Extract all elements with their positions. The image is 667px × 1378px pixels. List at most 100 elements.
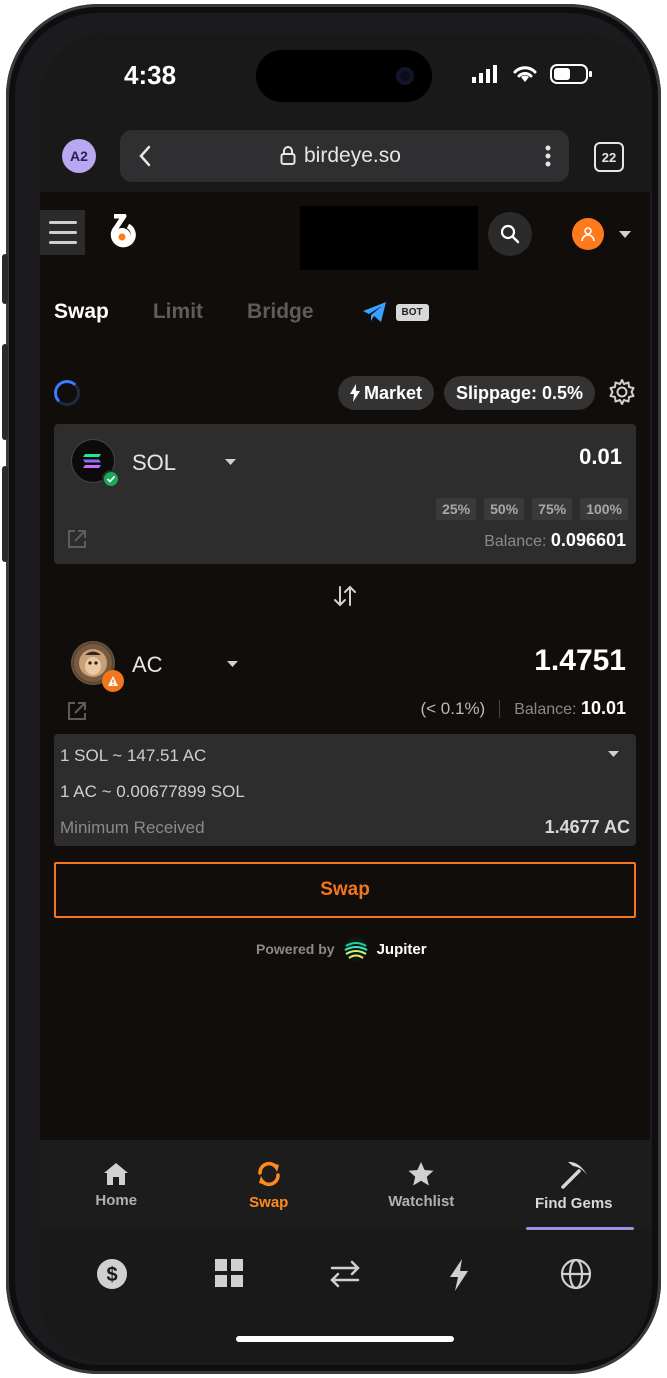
chevron-down-icon[interactable]: [224, 458, 237, 466]
app-header: [40, 192, 650, 278]
chevron-down-icon[interactable]: [226, 660, 239, 668]
nav-watchlist-label: Watchlist: [388, 1192, 455, 1210]
user-avatar-button[interactable]: [572, 218, 604, 250]
more-icon[interactable]: [545, 144, 551, 168]
percent-50-button[interactable]: 50%: [484, 498, 525, 520]
screen: 4:38 A2 birdeye.so 22 Swap Limit Bridge …: [40, 34, 650, 1362]
external-link-icon[interactable]: [66, 528, 88, 550]
price-impact: (< 0.1%): [420, 698, 486, 718]
chevron-down-icon[interactable]: [607, 750, 620, 758]
grid-icon[interactable]: [214, 1258, 244, 1288]
birdeye-logo-icon[interactable]: [108, 214, 136, 250]
jupiter-logo-icon: [343, 937, 368, 961]
transfer-icon[interactable]: [328, 1258, 362, 1290]
volume-up-button: [2, 344, 8, 440]
minimum-received-label: Minimum Received: [60, 818, 205, 837]
tab-telegram-bot[interactable]: BOT: [362, 301, 429, 323]
market-pill[interactable]: Market: [338, 376, 435, 410]
nav-home-label: Home: [95, 1191, 138, 1209]
rate-details-panel[interactable]: 1 SOL ~ 147.51 AC 1 AC ~ 0.00677899 SOL …: [54, 734, 636, 846]
switch-direction-icon[interactable]: [332, 584, 358, 608]
to-amount: 1.4751: [534, 644, 626, 677]
search-button[interactable]: [488, 212, 532, 256]
from-balance: Balance: 0.096601: [484, 530, 626, 551]
dynamic-island: [256, 50, 432, 102]
nav-home[interactable]: Home: [40, 1140, 193, 1230]
bot-badge: BOT: [395, 303, 429, 321]
slippage-pill[interactable]: Slippage: 0.5%: [444, 376, 596, 410]
globe-icon[interactable]: [560, 1258, 592, 1290]
tabs-button[interactable]: 22: [594, 142, 624, 172]
chevron-down-icon[interactable]: [618, 230, 632, 239]
volume-down-button: [2, 466, 8, 562]
action-button: [2, 254, 8, 304]
status-bar: 4:38: [40, 34, 650, 122]
nav-watchlist[interactable]: Watchlist: [345, 1140, 498, 1230]
back-icon[interactable]: [138, 144, 152, 168]
lightning-icon: [350, 384, 360, 402]
from-token-panel: SOL 0.01 25% 50% 75% 100% Balance: 0.096…: [54, 424, 636, 564]
lock-icon: [280, 146, 296, 165]
mode-tabs: Swap Limit Bridge BOT: [54, 300, 429, 324]
star-icon: [408, 1161, 434, 1185]
percent-75-button[interactable]: 75%: [532, 498, 573, 520]
to-balance-value: 10.01: [580, 698, 626, 718]
rate-ac-to-sol: 1 AC ~ 0.00677899 SOL: [60, 782, 245, 801]
rate-sol-to-ac: 1 SOL ~ 147.51 AC: [60, 746, 207, 765]
market-label: Market: [364, 382, 423, 403]
divider: [499, 699, 501, 718]
minimum-received-value: 1.4677 AC: [544, 817, 630, 837]
battery-icon: [550, 64, 592, 84]
browser-bottom-nav: $: [40, 1230, 650, 1362]
from-balance-label: Balance:: [484, 533, 547, 550]
swap-icon: [258, 1161, 280, 1186]
svg-text:$: $: [106, 1264, 117, 1286]
to-balance: Balance: 10.01: [514, 698, 626, 719]
browser-bar: A2 birdeye.so 22: [40, 122, 650, 192]
status-icons: [472, 64, 594, 84]
phone-frame: 4:38 A2 birdeye.so 22 Swap Limit Bridge …: [2, 4, 661, 1374]
tab-bridge[interactable]: Bridge: [247, 300, 314, 324]
tab-limit[interactable]: Limit: [153, 300, 203, 324]
redacted-area: [300, 206, 478, 270]
warning-icon: [102, 670, 124, 692]
settings-gear-icon[interactable]: [608, 378, 636, 406]
from-balance-value: 0.096601: [550, 530, 626, 550]
external-link-icon[interactable]: [66, 700, 88, 722]
slippage-label: Slippage: 0.5%: [456, 382, 584, 403]
swap-button[interactable]: Swap: [54, 862, 636, 918]
url-text: birdeye.so: [304, 144, 401, 167]
nav-swap[interactable]: Swap: [193, 1140, 346, 1230]
nav-find-gems[interactable]: Find Gems: [498, 1140, 651, 1230]
to-token-symbol[interactable]: AC: [132, 652, 163, 678]
dollar-icon[interactable]: $: [96, 1258, 128, 1290]
powered-by-label: Powered by: [256, 941, 335, 957]
nav-find-gems-label: Find Gems: [534, 1194, 613, 1212]
refresh-spinner[interactable]: [54, 380, 80, 406]
telegram-icon: [362, 302, 386, 322]
to-balance-label: Balance:: [514, 701, 577, 718]
home-indicator[interactable]: [236, 1336, 454, 1342]
status-time: 4:38: [124, 60, 177, 90]
url-text-wrap[interactable]: birdeye.so: [280, 144, 401, 168]
menu-icon[interactable]: [40, 210, 85, 255]
bottom-nav: Home Swap Watchlist Find Gems: [40, 1140, 650, 1230]
profile-avatar[interactable]: A2: [62, 139, 96, 173]
tab-swap[interactable]: Swap: [54, 300, 109, 324]
from-token-symbol[interactable]: SOL: [132, 450, 176, 476]
jupiter-label: Jupiter: [376, 940, 427, 958]
to-meta: (< 0.1%) Balance: 10.01: [421, 698, 627, 719]
from-amount-input[interactable]: 0.01: [579, 444, 622, 470]
url-bar[interactable]: birdeye.so: [120, 130, 569, 182]
percent-100-button[interactable]: 100%: [580, 498, 628, 520]
powered-by: Powered by Jupiter: [256, 936, 427, 962]
nav-swap-label: Swap: [249, 1193, 289, 1211]
lightning-icon[interactable]: [448, 1258, 470, 1292]
verified-shield-icon: [102, 470, 120, 488]
percent-buttons: 25% 50% 75% 100%: [436, 498, 628, 520]
camera-icon: [396, 67, 414, 85]
percent-25-button[interactable]: 25%: [436, 498, 477, 520]
wifi-icon: [513, 66, 537, 82]
search-icon: [500, 224, 520, 244]
pickaxe-icon: [561, 1161, 587, 1189]
